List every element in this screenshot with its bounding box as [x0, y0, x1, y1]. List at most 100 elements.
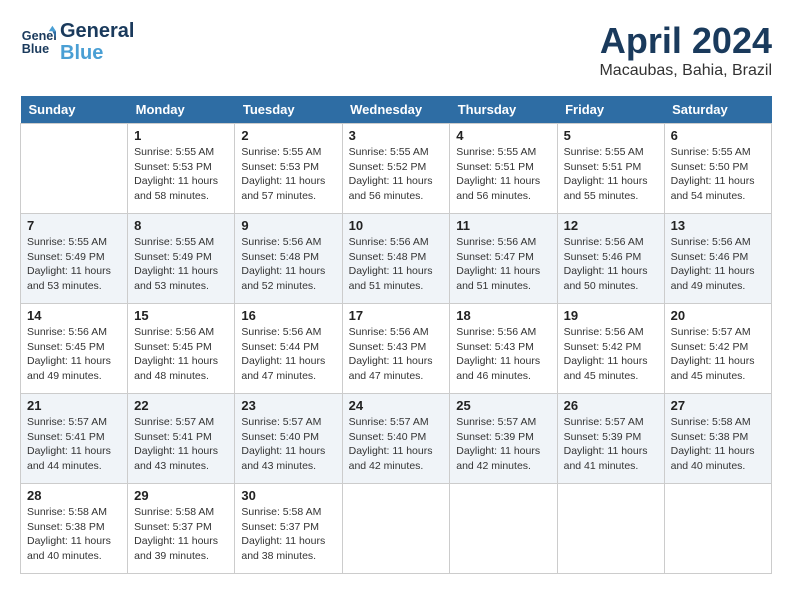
day-number: 6: [671, 128, 765, 143]
calendar-cell: 27 Sunrise: 5:58 AM Sunset: 5:38 PM Dayli…: [664, 394, 771, 484]
day-info: Sunrise: 5:56 AM Sunset: 5:46 PM Dayligh…: [564, 235, 658, 294]
day-number: 30: [241, 488, 335, 503]
calendar-cell: 21 Sunrise: 5:57 AM Sunset: 5:41 PM Dayli…: [21, 394, 128, 484]
calendar-cell: 26 Sunrise: 5:57 AM Sunset: 5:39 PM Dayli…: [557, 394, 664, 484]
day-number: 16: [241, 308, 335, 323]
day-info: Sunrise: 5:58 AM Sunset: 5:38 PM Dayligh…: [671, 415, 765, 474]
calendar-cell: [557, 484, 664, 574]
day-info: Sunrise: 5:56 AM Sunset: 5:42 PM Dayligh…: [564, 325, 658, 384]
day-info: Sunrise: 5:55 AM Sunset: 5:53 PM Dayligh…: [134, 145, 228, 204]
calendar-cell: 15Sunrise: 5:56 AM Sunset: 5:45 PM Dayli…: [128, 304, 235, 394]
title-block: April 2024 Macaubas, Bahia, Brazil: [599, 20, 772, 80]
day-number: 23: [241, 398, 335, 413]
day-info: Sunrise: 5:55 AM Sunset: 5:51 PM Dayligh…: [456, 145, 550, 204]
day-info: Sunrise: 5:57 AM Sunset: 5:39 PM Dayligh…: [564, 415, 658, 474]
calendar-cell: 18 Sunrise: 5:56 AM Sunset: 5:43 PM Dayli…: [450, 304, 557, 394]
logo: General Blue General Blue: [20, 20, 134, 64]
day-number: 3: [349, 128, 444, 143]
location: Macaubas, Bahia, Brazil: [599, 62, 772, 80]
day-number: 2: [241, 128, 335, 143]
calendar-cell: 30Sunrise: 5:58 AM Sunset: 5:37 PM Dayli…: [235, 484, 342, 574]
calendar-cell: 16 Sunrise: 5:56 AM Sunset: 5:44 PM Dayli…: [235, 304, 342, 394]
day-number: 1: [134, 128, 228, 143]
day-number: 19: [564, 308, 658, 323]
day-info: Sunrise: 5:56 AM Sunset: 5:48 PM Dayligh…: [241, 235, 335, 294]
day-info: Sunrise: 5:57 AM Sunset: 5:39 PM Dayligh…: [456, 415, 550, 474]
day-number: 7: [27, 218, 121, 233]
day-number: 24: [349, 398, 444, 413]
day-info: Sunrise: 5:57 AM Sunset: 5:41 PM Dayligh…: [27, 415, 121, 474]
calendar-cell: 3 Sunrise: 5:55 AM Sunset: 5:52 PM Daylig…: [342, 124, 450, 214]
calendar-cell: [21, 124, 128, 214]
calendar-cell: 12Sunrise: 5:56 AM Sunset: 5:46 PM Dayli…: [557, 214, 664, 304]
calendar-cell: 20 Sunrise: 5:57 AM Sunset: 5:42 PM Dayli…: [664, 304, 771, 394]
day-info: Sunrise: 5:56 AM Sunset: 5:47 PM Dayligh…: [456, 235, 550, 294]
day-info: Sunrise: 5:56 AM Sunset: 5:48 PM Dayligh…: [349, 235, 444, 294]
logo-blue: Blue: [60, 42, 134, 64]
day-number: 9: [241, 218, 335, 233]
day-info: Sunrise: 5:55 AM Sunset: 5:50 PM Dayligh…: [671, 145, 765, 204]
calendar-table: SundayMondayTuesdayWednesdayThursdayFrid…: [20, 96, 772, 574]
calendar-cell: 5 Sunrise: 5:55 AM Sunset: 5:51 PM Daylig…: [557, 124, 664, 214]
day-info: Sunrise: 5:56 AM Sunset: 5:43 PM Dayligh…: [456, 325, 550, 384]
calendar-cell: 13 Sunrise: 5:56 AM Sunset: 5:46 PM Dayli…: [664, 214, 771, 304]
day-number: 29: [134, 488, 228, 503]
calendar-week-row: 21 Sunrise: 5:57 AM Sunset: 5:41 PM Dayli…: [21, 394, 772, 484]
calendar-cell: [450, 484, 557, 574]
day-number: 18: [456, 308, 550, 323]
weekday-header-saturday: Saturday: [664, 96, 771, 124]
day-number: 25: [456, 398, 550, 413]
day-info: Sunrise: 5:56 AM Sunset: 5:45 PM Dayligh…: [134, 325, 228, 384]
calendar-week-row: 14 Sunrise: 5:56 AM Sunset: 5:45 PM Dayli…: [21, 304, 772, 394]
month-title: April 2024: [599, 20, 772, 62]
calendar-week-row: 28 Sunrise: 5:58 AM Sunset: 5:38 PM Dayli…: [21, 484, 772, 574]
calendar-week-row: 1 Sunrise: 5:55 AM Sunset: 5:53 PM Daylig…: [21, 124, 772, 214]
calendar-cell: 25 Sunrise: 5:57 AM Sunset: 5:39 PM Dayli…: [450, 394, 557, 484]
weekday-header-tuesday: Tuesday: [235, 96, 342, 124]
calendar-cell: 11 Sunrise: 5:56 AM Sunset: 5:47 PM Dayli…: [450, 214, 557, 304]
calendar-cell: 2 Sunrise: 5:55 AM Sunset: 5:53 PM Daylig…: [235, 124, 342, 214]
calendar-cell: 17 Sunrise: 5:56 AM Sunset: 5:43 PM Dayli…: [342, 304, 450, 394]
day-number: 26: [564, 398, 658, 413]
day-number: 14: [27, 308, 121, 323]
day-info: Sunrise: 5:55 AM Sunset: 5:49 PM Dayligh…: [134, 235, 228, 294]
logo-icon: General Blue: [20, 24, 56, 60]
day-number: 4: [456, 128, 550, 143]
calendar-cell: [342, 484, 450, 574]
calendar-cell: 29Sunrise: 5:58 AM Sunset: 5:37 PM Dayli…: [128, 484, 235, 574]
day-number: 21: [27, 398, 121, 413]
calendar-cell: 1 Sunrise: 5:55 AM Sunset: 5:53 PM Daylig…: [128, 124, 235, 214]
day-number: 27: [671, 398, 765, 413]
day-info: Sunrise: 5:58 AM Sunset: 5:38 PM Dayligh…: [27, 505, 121, 564]
day-info: Sunrise: 5:57 AM Sunset: 5:42 PM Dayligh…: [671, 325, 765, 384]
day-number: 22: [134, 398, 228, 413]
calendar-cell: 28 Sunrise: 5:58 AM Sunset: 5:38 PM Dayli…: [21, 484, 128, 574]
day-number: 13: [671, 218, 765, 233]
day-info: Sunrise: 5:56 AM Sunset: 5:44 PM Dayligh…: [241, 325, 335, 384]
calendar-cell: 4 Sunrise: 5:55 AM Sunset: 5:51 PM Daylig…: [450, 124, 557, 214]
day-number: 17: [349, 308, 444, 323]
calendar-cell: 6 Sunrise: 5:55 AM Sunset: 5:50 PM Daylig…: [664, 124, 771, 214]
day-number: 8: [134, 218, 228, 233]
day-number: 5: [564, 128, 658, 143]
weekday-header-monday: Monday: [128, 96, 235, 124]
day-info: Sunrise: 5:55 AM Sunset: 5:49 PM Dayligh…: [27, 235, 121, 294]
day-number: 20: [671, 308, 765, 323]
calendar-cell: 7 Sunrise: 5:55 AM Sunset: 5:49 PM Daylig…: [21, 214, 128, 304]
day-info: Sunrise: 5:55 AM Sunset: 5:51 PM Dayligh…: [564, 145, 658, 204]
calendar-cell: 19 Sunrise: 5:56 AM Sunset: 5:42 PM Dayli…: [557, 304, 664, 394]
calendar-cell: 22Sunrise: 5:57 AM Sunset: 5:41 PM Dayli…: [128, 394, 235, 484]
day-info: Sunrise: 5:55 AM Sunset: 5:52 PM Dayligh…: [349, 145, 444, 204]
day-info: Sunrise: 5:57 AM Sunset: 5:40 PM Dayligh…: [241, 415, 335, 474]
weekday-header-sunday: Sunday: [21, 96, 128, 124]
day-info: Sunrise: 5:56 AM Sunset: 5:46 PM Dayligh…: [671, 235, 765, 294]
day-number: 28: [27, 488, 121, 503]
weekday-header-thursday: Thursday: [450, 96, 557, 124]
weekday-header-row: SundayMondayTuesdayWednesdayThursdayFrid…: [21, 96, 772, 124]
day-number: 11: [456, 218, 550, 233]
day-number: 10: [349, 218, 444, 233]
day-info: Sunrise: 5:55 AM Sunset: 5:53 PM Dayligh…: [241, 145, 335, 204]
logo-general: General: [60, 20, 134, 42]
calendar-cell: [664, 484, 771, 574]
day-info: Sunrise: 5:56 AM Sunset: 5:43 PM Dayligh…: [349, 325, 444, 384]
